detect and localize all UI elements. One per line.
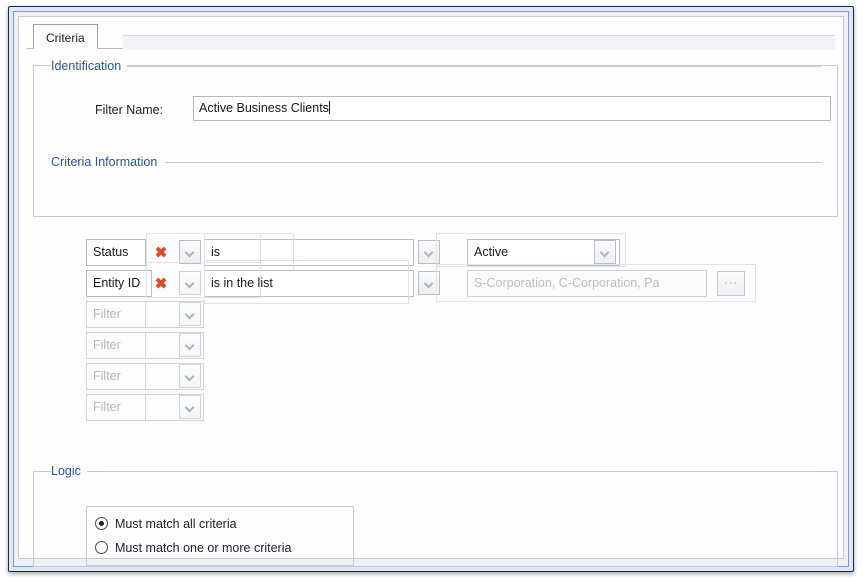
tab-criteria[interactable]: Criteria bbox=[33, 24, 98, 49]
criteria-field-select[interactable]: Entity ID bbox=[86, 270, 152, 297]
criteria-field-dropdown-button[interactable] bbox=[179, 333, 201, 357]
logic-group-rule bbox=[101, 471, 821, 472]
criteria-value-input[interactable]: S-Corporation, C-Corporation, Pa bbox=[467, 270, 707, 297]
criteria-information-group-label: Criteria Information bbox=[51, 155, 164, 169]
chevron-down-icon bbox=[186, 342, 194, 347]
chevron-down-icon bbox=[186, 373, 194, 378]
criteria-operator-select[interactable]: is bbox=[204, 239, 414, 266]
chevron-down-icon bbox=[425, 249, 433, 254]
chevron-down-icon bbox=[425, 280, 433, 285]
filter-name-label: Filter Name: bbox=[95, 103, 164, 117]
criteria-field-dropdown-button[interactable] bbox=[179, 271, 201, 295]
filter-name-value: Active Business Clients bbox=[199, 101, 329, 115]
criteria-operator-dropdown-button[interactable] bbox=[418, 271, 440, 295]
chevron-down-icon bbox=[186, 280, 194, 285]
identification-group-label: Identification bbox=[51, 59, 128, 73]
tab-strip: Criteria bbox=[27, 23, 835, 50]
criteria-operator-select[interactable]: is in the list bbox=[204, 270, 414, 297]
criteria-field-select[interactable]: Status bbox=[86, 239, 146, 266]
text-caret bbox=[328, 101, 330, 114]
tab-page-criteria: Identification Filter Name: Active Busin… bbox=[33, 51, 838, 567]
logic-group-label: Logic bbox=[51, 464, 87, 478]
chevron-down-icon bbox=[601, 249, 609, 254]
tab-criteria-label: Criteria bbox=[46, 31, 85, 45]
dialog-window: Criteria Identification Filter Name: Act… bbox=[8, 6, 854, 572]
criteria-field-select[interactable]: Filter bbox=[86, 363, 146, 390]
criteria-value-browse-button[interactable]: ··· bbox=[717, 271, 745, 296]
criteria-delete-button[interactable]: ✖ bbox=[146, 270, 176, 297]
identification-criteria-frame bbox=[33, 65, 838, 217]
radio-must-match-one-or-more[interactable]: Must match one or more criteria bbox=[95, 536, 291, 560]
criteria-value-dropdown-button[interactable] bbox=[594, 240, 616, 264]
criteria-operator-dropdown-button[interactable] bbox=[418, 240, 440, 264]
delete-x-icon: ✖ bbox=[154, 244, 168, 261]
logic-options-panel: Must match all criteria Must match one o… bbox=[86, 506, 354, 566]
criteria-delete-button[interactable]: ✖ bbox=[146, 239, 176, 266]
radio-unselected-icon bbox=[95, 541, 108, 554]
criteria-field-select[interactable]: Filter bbox=[86, 301, 146, 328]
criteria-field-select[interactable]: Filter bbox=[86, 394, 146, 421]
chevron-down-icon bbox=[186, 249, 194, 254]
criteria-information-group-rule bbox=[165, 162, 821, 163]
window-client-area: Criteria Identification Filter Name: Act… bbox=[18, 16, 844, 567]
criteria-field-dropdown-button[interactable] bbox=[179, 240, 201, 264]
identification-group-rule bbox=[117, 66, 821, 67]
criteria-field-dropdown-button[interactable] bbox=[179, 302, 201, 326]
chevron-down-icon bbox=[186, 404, 194, 409]
criteria-field-dropdown-button[interactable] bbox=[179, 395, 201, 419]
chevron-down-icon bbox=[186, 311, 194, 316]
filter-name-input[interactable]: Active Business Clients bbox=[193, 96, 831, 121]
delete-x-icon: ✖ bbox=[154, 275, 168, 292]
radio-selected-icon bbox=[95, 517, 108, 530]
criteria-field-select[interactable]: Filter bbox=[86, 332, 146, 359]
tab-strip-filler bbox=[123, 35, 835, 50]
radio-must-match-one-or-more-label: Must match one or more criteria bbox=[115, 541, 292, 555]
criteria-field-dropdown-button[interactable] bbox=[179, 364, 201, 388]
radio-must-match-all-label: Must match all criteria bbox=[115, 517, 237, 531]
radio-must-match-all[interactable]: Must match all criteria bbox=[95, 512, 237, 536]
